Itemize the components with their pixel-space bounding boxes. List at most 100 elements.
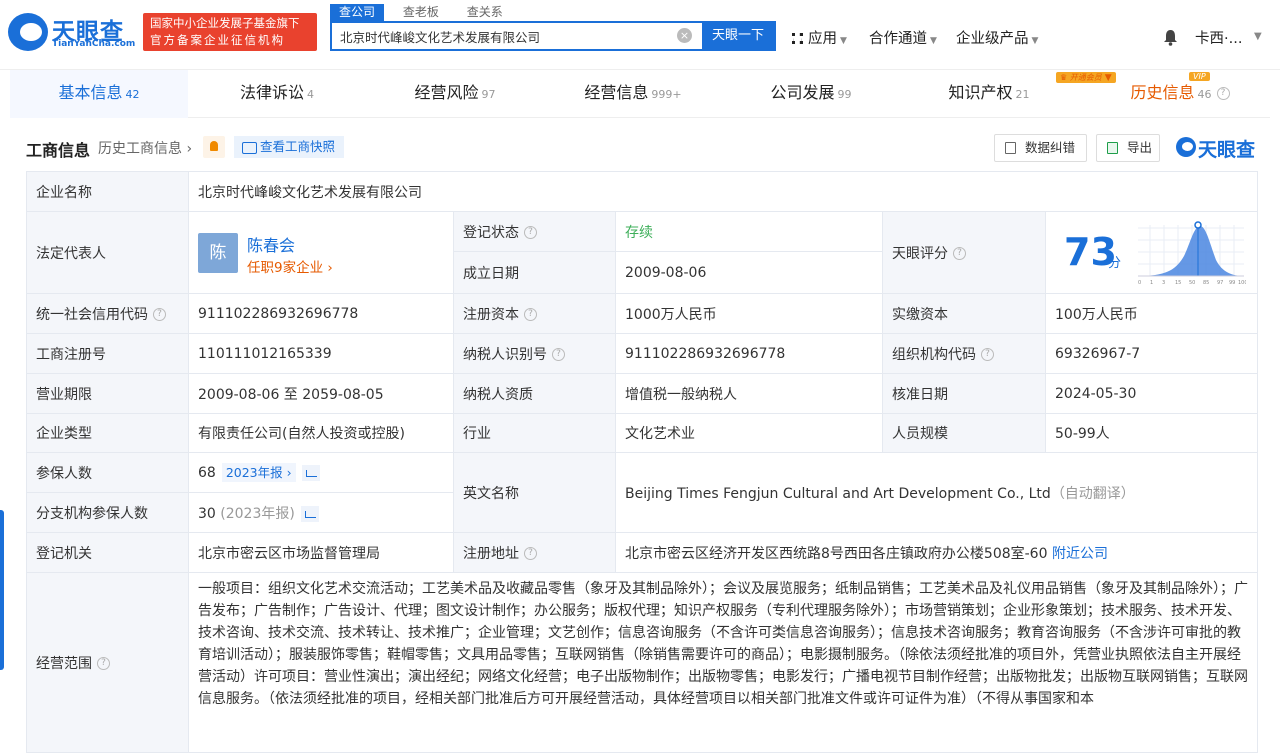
help-icon[interactable]: ? [97, 657, 110, 670]
label-capital: 注册资本? [453, 293, 616, 334]
tab-count: 97 [481, 88, 496, 101]
label-company-type: 企业类型 [26, 413, 189, 453]
help-icon[interactable]: ? [981, 348, 994, 361]
tab-development[interactable]: 公司发展 99 [722, 70, 900, 118]
table-row: 工商注册号 110111012165339 纳税人识别号? 9111022869… [26, 333, 1259, 374]
label-approve-date: 核准日期 [882, 373, 1046, 414]
label-address-text: 注册地址 [463, 545, 519, 562]
insured-count: 68 [198, 465, 216, 481]
trend-chart-icon[interactable] [301, 465, 320, 481]
help-icon[interactable]: ? [153, 308, 166, 321]
label-legal-rep: 法定代表人 [26, 211, 189, 294]
excel-icon [1107, 142, 1118, 154]
help-icon[interactable]: ? [524, 308, 537, 321]
legal-rep-cell: 陈 陈春会 任职9家企业 › [188, 211, 454, 294]
label-paid-capital: 实缴资本 [882, 293, 1046, 334]
business-term: 2009-08-06 至 2059-08-05 [188, 373, 454, 414]
help-icon[interactable]: ? [1216, 87, 1230, 100]
nav-partner-label: 合作通道 [869, 31, 927, 47]
help-icon[interactable]: ? [524, 547, 537, 560]
clear-icon[interactable]: × [677, 28, 692, 43]
score-tick: 99 [1229, 280, 1235, 286]
side-feedback-handle[interactable] [0, 510, 4, 670]
reg-no: 110111012165339 [188, 333, 454, 374]
table-row: 参保人数 68 2023年报 › 英文名称 Beijing Times Fengj… [26, 452, 1259, 533]
chevron-down-icon: ▼ [1031, 36, 1039, 46]
status-value: 存续 [615, 211, 883, 252]
nav-enterprise[interactable]: 企业级产品 ▼ [956, 27, 1038, 48]
label-found-date: 成立日期 [453, 251, 616, 294]
label-tax-id-text: 纳税人识别号 [463, 346, 547, 363]
brand-logo: 天眼查 [1176, 135, 1260, 161]
subscribe-bell-icon[interactable] [203, 136, 225, 158]
logo-eye-icon [8, 13, 48, 51]
chevron-down-icon: ▼ [840, 36, 847, 46]
legal-rep-name[interactable]: 陈春会 [247, 232, 295, 256]
chevron-down-icon: ▼ [930, 36, 937, 46]
registered-address: 北京市密云区经济开发区西统路8号西田各庄镇政府办公楼508室-60 [625, 545, 1048, 562]
tab-risk[interactable]: 经营风险 97 [366, 70, 544, 118]
annual-report-link[interactable]: 2023年报 › [221, 463, 296, 482]
apps-grid-icon [792, 33, 803, 44]
help-icon[interactable]: ? [953, 247, 966, 260]
trend-chart-icon[interactable] [300, 505, 319, 522]
legal-rep-positions-link[interactable]: 任职9家企业 › [247, 256, 333, 276]
tab-search-company[interactable]: 查公司 [330, 4, 385, 21]
nearby-companies-link[interactable]: 附近公司 [1052, 546, 1108, 562]
label-credit-text: 统一社会信用代码 [36, 306, 148, 323]
tab-legal[interactable]: 法律诉讼 4 [188, 70, 366, 118]
tab-count: 21 [1015, 88, 1030, 101]
label-org-code-text: 组织机构代码 [892, 346, 976, 363]
tab-search-relation[interactable]: 查关系 [458, 4, 512, 21]
business-info-table: 企业名称 北京时代峰峻文化艺术发展有限公司 法定代表人 陈 陈春会 任职9家企业… [26, 171, 1259, 753]
nav-apps[interactable]: 应用 ▼ [792, 27, 847, 48]
label-status: 登记状态? [453, 211, 616, 252]
bell-icon[interactable] [1163, 29, 1178, 46]
top-bar: 天眼查 TianYanCha.com 国家中小企业发展子基金旗下 官方备案企业征… [0, 0, 1280, 83]
label-staff-size: 人员规模 [882, 413, 1046, 453]
tab-ip[interactable]: 知识产权 21 [900, 70, 1078, 118]
english-name: Beijing Times Fengjun Cultural and Art D… [625, 485, 1051, 502]
chevron-down-icon[interactable]: ▼ [1254, 31, 1262, 42]
branch-insured-cell: 30 (2023年报) [188, 492, 454, 533]
tab-history[interactable]: 历史信息 46? [1100, 70, 1260, 118]
score-tick: 0 [1138, 280, 1141, 286]
label-branch-insured: 分支机构参保人数 [26, 492, 189, 533]
export-button[interactable]: 导出 [1096, 134, 1160, 162]
tianyancha-logo[interactable]: 天眼查 TianYanCha.com [8, 12, 138, 52]
nav-apps-label: 应用 [808, 31, 837, 47]
detail-tabs: 基本信息 42 法律诉讼 4 经营风险 97 经营信息 999+ 公司发展 99 知识产权… [10, 70, 1270, 118]
brand-text: 天眼查 [1198, 139, 1256, 161]
snapshot-button[interactable]: 查看工商快照 [234, 136, 344, 158]
label-company-name: 企业名称 [26, 171, 189, 212]
org-code: 69326967-7 [1044, 333, 1259, 374]
label-tax-qual: 纳税人资质 [453, 373, 616, 414]
help-icon[interactable]: ? [552, 348, 565, 361]
label-org-code: 组织机构代码? [882, 333, 1046, 374]
nav-partner[interactable]: 合作通道 ▼ [869, 27, 937, 48]
search-input[interactable] [332, 23, 692, 49]
fund-badge: 国家中小企业发展子基金旗下 官方备案企业征信机构 [143, 13, 317, 51]
search-button[interactable]: 天眼一下 [702, 23, 774, 49]
paid-capital: 100万人民币 [1044, 293, 1259, 334]
tab-search-boss[interactable]: 查老板 [394, 4, 448, 21]
avatar[interactable]: 陈 [198, 233, 238, 273]
tab-label: 经营风险 [414, 83, 479, 102]
score-cell: 73 分 0 1 3 15 50 85 97 99 10 [1044, 211, 1259, 294]
label-status-text: 登记状态 [463, 224, 519, 241]
search-mode-tabs: 查公司 查老板 查关系 [330, 4, 518, 21]
tab-count: 99 [837, 88, 852, 101]
tab-basic-info[interactable]: 基本信息 42 [10, 70, 188, 118]
tab-count: 999+ [651, 88, 682, 101]
score-tick: 15 [1175, 280, 1181, 286]
history-business-link[interactable]: 历史工商信息 › [98, 138, 192, 158]
correct-label: 数据纠错 [1025, 140, 1076, 155]
user-menu[interactable]: 卡西·... [1195, 27, 1242, 48]
help-icon[interactable]: ? [524, 226, 537, 239]
tab-label: 经营信息 [584, 83, 649, 102]
tab-operation[interactable]: 经营信息 999+ [544, 70, 722, 118]
correct-data-button[interactable]: 数据纠错 [994, 134, 1087, 162]
score-tick: 97 [1217, 280, 1223, 286]
snapshot-label: 查看工商快照 [260, 139, 336, 154]
tab-label: 基本信息 [58, 83, 123, 102]
